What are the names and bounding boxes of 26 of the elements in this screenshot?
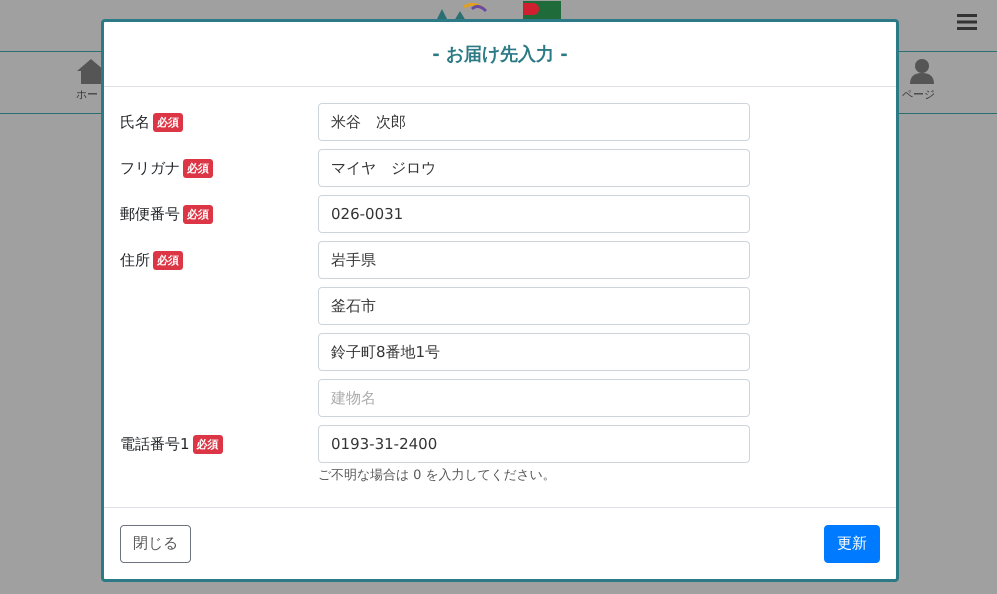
input-field[interactable]: 米谷 次郎 bbox=[318, 103, 750, 141]
field-label: 住所 bbox=[120, 250, 150, 270]
field-label: 氏名 bbox=[120, 112, 150, 132]
close-button[interactable]: 閉じる bbox=[120, 524, 191, 562]
input-field[interactable]: 釜石市 bbox=[318, 287, 750, 325]
nav-label[interactable]: ホー bbox=[76, 87, 98, 102]
menu-icon[interactable] bbox=[957, 13, 977, 31]
required-badge: 必須 bbox=[183, 158, 213, 178]
required-badge: 必須 bbox=[153, 250, 183, 270]
field-label: 電話番号1 bbox=[120, 434, 190, 454]
input-field[interactable]: 0193-31-2400 bbox=[318, 425, 750, 463]
required-badge: 必須 bbox=[153, 112, 183, 132]
user-icon[interactable] bbox=[909, 58, 935, 84]
input-field[interactable]: 建物名 bbox=[318, 379, 750, 417]
dialog-title: - お届け先入力 - bbox=[432, 43, 568, 66]
update-button[interactable]: 更新 bbox=[824, 524, 880, 562]
field-label: フリガナ bbox=[120, 158, 180, 178]
help-text: ご不明な場合は 0 を入力してください。 bbox=[318, 467, 557, 484]
field-label: 郵便番号 bbox=[120, 204, 180, 224]
input-field[interactable]: 026-0031 bbox=[318, 195, 750, 233]
required-badge: 必須 bbox=[192, 434, 223, 454]
required-badge: 必須 bbox=[183, 204, 213, 224]
input-field[interactable]: 鈴子町8番地1号 bbox=[318, 333, 750, 371]
nav-label[interactable]: ページ bbox=[902, 87, 935, 102]
input-field[interactable]: マイヤ ジロウ bbox=[318, 149, 750, 187]
input-field[interactable]: 岩手県 bbox=[318, 241, 750, 279]
